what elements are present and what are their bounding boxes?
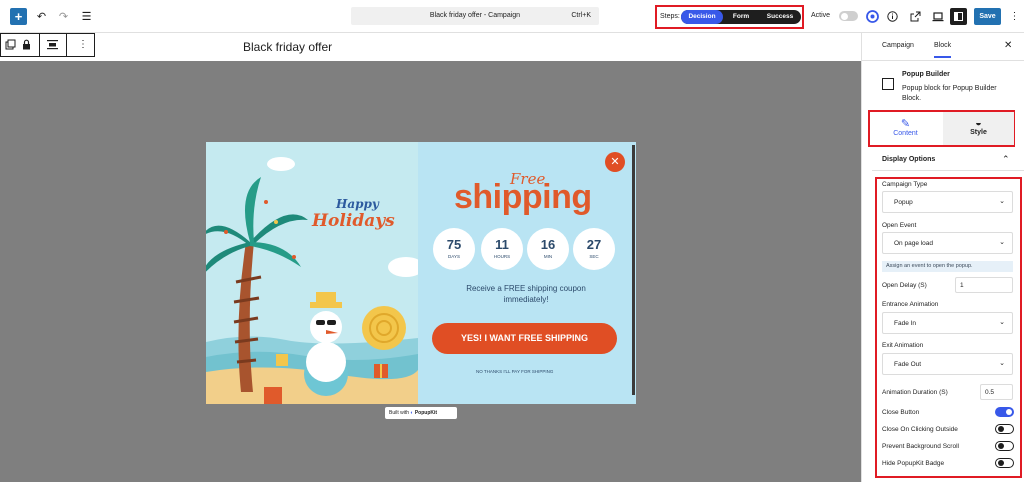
block-description: Popup block for Popup Builder Block. — [902, 85, 997, 102]
countdown-days: 75 DAYS — [433, 228, 475, 270]
open-event-select[interactable]: On page load ⌄ — [882, 232, 1013, 254]
step-decision[interactable]: Decision — [681, 10, 723, 24]
greeting-happy: Happy — [336, 197, 379, 211]
chevron-down-icon: ⌄ — [999, 239, 1005, 246]
exit-animation-select[interactable]: Fade Out ⌄ — [882, 353, 1013, 375]
popup-title: shipping — [454, 178, 592, 216]
popup-builder-icon — [882, 78, 894, 90]
section-divider — [872, 170, 1024, 171]
document-title: Black friday offer - Campaign — [429, 12, 521, 19]
steps-pill: Decision Form Success — [681, 10, 801, 24]
hide-badge-label: Hide PopupKit Badge — [882, 460, 945, 467]
built-with-prefix: Built with — [389, 410, 410, 416]
pencil-icon: ✎ — [900, 118, 911, 130]
open-event-help: Assign an event to open the popup. — [882, 261, 1013, 272]
active-toggle[interactable] — [839, 11, 858, 21]
popupkit-logo-icon: ◐ — [410, 410, 414, 416]
info-icon[interactable] — [884, 8, 901, 25]
close-outside-label: Close On Clicking Outside — [882, 426, 958, 433]
open-delay-input[interactable]: 1 — [955, 277, 1013, 293]
plus-icon[interactable]: + — [10, 8, 27, 25]
save-button[interactable]: Save — [974, 8, 1001, 25]
tab-block[interactable]: Block — [934, 42, 952, 58]
chevron-down-icon: ⌄ — [999, 319, 1005, 326]
popupkit-icon[interactable] — [864, 8, 881, 25]
campaign-type-label: Campaign Type — [882, 181, 928, 188]
exit-animation-label: Exit Animation — [882, 342, 924, 349]
content-style-switcher: ✎ Content ◒ Style — [868, 110, 1015, 147]
page-heading[interactable]: Black friday offer — [243, 40, 332, 54]
redo-icon[interactable]: ↷ — [55, 8, 72, 25]
chevron-down-icon: ⌄ — [999, 360, 1005, 367]
close-icon[interactable]: ✕ — [605, 152, 625, 172]
greeting-holidays: Holidays — [312, 211, 395, 231]
block-options-icon[interactable]: ⋮ — [78, 39, 88, 50]
tab-style[interactable]: ◒ Style — [943, 112, 1014, 145]
sidebar-tabs: Campaign Block ✕ — [862, 33, 1024, 61]
campaign-type-select[interactable]: Popup ⌄ — [882, 191, 1013, 213]
countdown-hours: 11 HOURS — [481, 228, 523, 270]
chevron-up-icon[interactable]: ⌃ — [1002, 154, 1010, 165]
active-label: Active — [811, 12, 831, 19]
built-with-badge[interactable]: Built with ◐ PopupKit — [385, 407, 457, 419]
cta-button[interactable]: YES! I WANT FREE SHIPPING — [432, 323, 617, 354]
steps-switcher: Steps: Decision Form Success — [655, 5, 804, 29]
chevron-down-icon: ⌄ — [999, 198, 1005, 205]
open-event-label: Open Event — [882, 222, 917, 229]
built-with-brand: PopupKit — [414, 410, 438, 416]
undo-icon[interactable]: ↶ — [33, 8, 50, 25]
lock-icon[interactable] — [22, 39, 31, 53]
block-type-icon[interactable] — [5, 39, 16, 53]
close-sidebar-icon[interactable]: ✕ — [1004, 40, 1012, 51]
prevent-scroll-toggle[interactable] — [995, 441, 1014, 451]
steps-label: Steps: — [660, 13, 680, 20]
step-form[interactable]: Form — [723, 10, 759, 24]
sidebar-toggle-icon[interactable] — [950, 8, 967, 25]
paint-bucket-icon: ◒ — [975, 117, 982, 129]
external-link-icon[interactable] — [907, 8, 924, 25]
close-button-label: Close Button — [882, 409, 920, 416]
animation-duration-input[interactable]: 0.5 — [980, 384, 1013, 400]
tab-content[interactable]: ✎ Content — [870, 112, 941, 145]
block-toolbar: ⋮ — [0, 33, 95, 57]
close-outside-toggle[interactable] — [995, 424, 1014, 434]
decline-link[interactable]: NO THANKS I'LL PAY FOR SHIPPING — [476, 369, 553, 374]
hide-badge-toggle[interactable] — [995, 458, 1014, 468]
editor-toolbar: + ↶ ↷ ☰ Black friday offer - Campaign Ct… — [0, 0, 1024, 33]
prevent-scroll-label: Prevent Background Scroll — [882, 443, 959, 450]
open-delay-label: Open Delay (S) — [882, 282, 927, 289]
tab-campaign[interactable]: Campaign — [882, 42, 914, 49]
shortcut-hint: Ctrl+K — [571, 12, 591, 19]
display-options-heading[interactable]: Display Options — [882, 156, 935, 163]
close-button-toggle[interactable] — [995, 407, 1014, 417]
step-success[interactable]: Success — [759, 10, 801, 24]
countdown-seconds: 27 SEC — [573, 228, 615, 270]
align-icon[interactable] — [47, 39, 58, 53]
entrance-animation-label: Entrance Animation — [882, 301, 939, 308]
entrance-animation-select[interactable]: Fade In ⌄ — [882, 312, 1013, 334]
holiday-illustration — [206, 142, 424, 404]
block-toolbar-row — [0, 33, 861, 61]
device-preview-icon[interactable] — [929, 8, 946, 25]
popup-scrollbar[interactable] — [632, 145, 635, 395]
coupon-text: Receive a FREE shipping coupon immediate… — [466, 284, 586, 304]
animation-duration-label: Animation Duration (S) — [882, 389, 948, 396]
more-options-icon[interactable]: ⋮ — [1006, 8, 1023, 25]
list-view-icon[interactable]: ☰ — [78, 8, 95, 25]
countdown-minutes: 16 MIN — [527, 228, 569, 270]
block-title: Popup Builder — [902, 71, 950, 78]
command-palette[interactable]: Black friday offer - Campaign Ctrl+K — [351, 7, 599, 25]
